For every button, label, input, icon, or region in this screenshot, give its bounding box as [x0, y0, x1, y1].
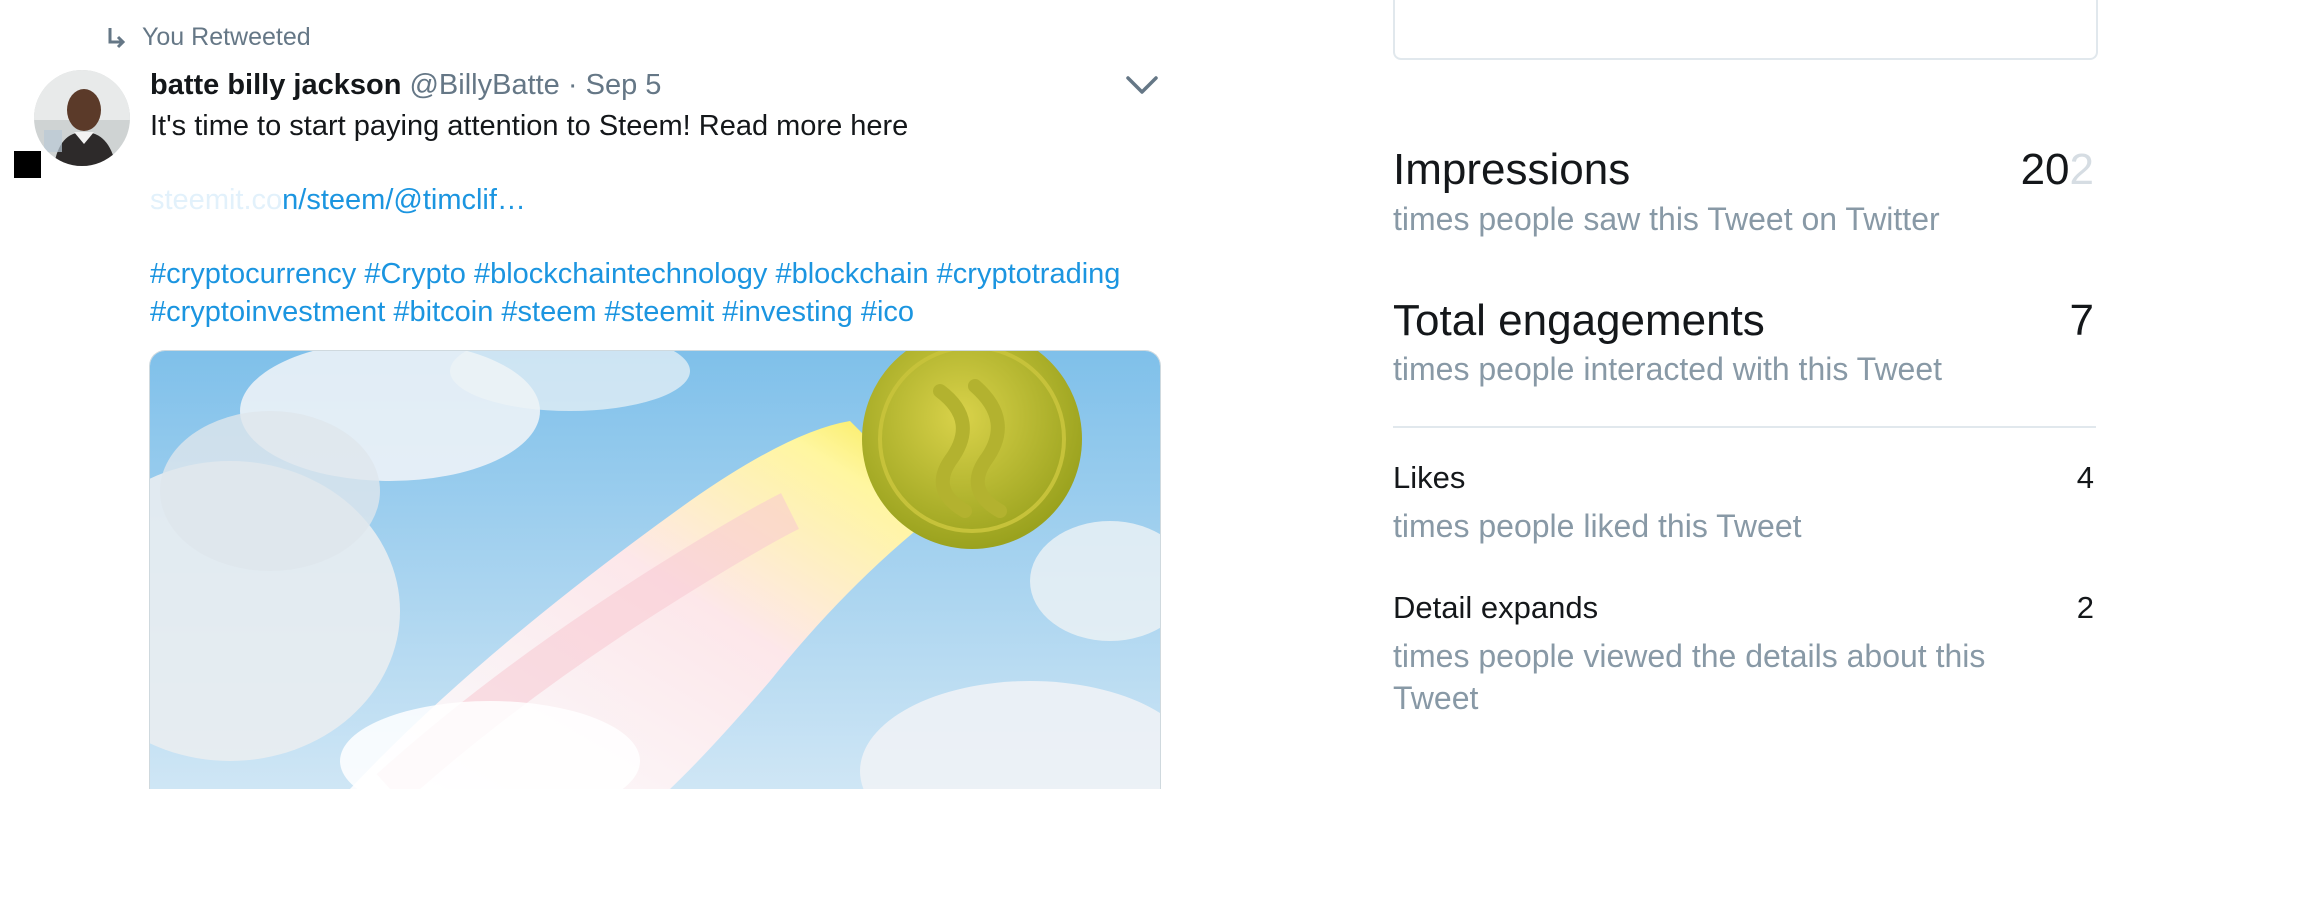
- detail-expands-desc-line-1: times people viewed the details about th…: [1393, 638, 1986, 674]
- tweet-media-image[interactable]: [149, 350, 1161, 789]
- impressions-label: Impressions: [1393, 145, 1631, 194]
- impressions-value: 202: [2021, 144, 2094, 196]
- chevron-down-icon[interactable]: [1124, 73, 1160, 97]
- likes-value: 4: [2076, 460, 2094, 495]
- hashtags-line-1[interactable]: #cryptocurrency #Crypto #blockchaintechn…: [150, 255, 1120, 293]
- tweet-link-visible: n/steem/@timclif…: [282, 184, 526, 216]
- avatar[interactable]: [34, 70, 130, 166]
- analytics-top-box: [1393, 0, 2098, 60]
- tweet-header: batte billy jackson @BillyBatte · Sep 5: [150, 66, 661, 104]
- tweet-date[interactable]: Sep 5: [586, 69, 662, 101]
- detail-expands-label: Detail expands: [1393, 590, 1599, 625]
- engagements-value: 7: [2069, 296, 2094, 345]
- author-name[interactable]: batte billy jackson: [150, 69, 401, 101]
- likes-desc: times people liked this Tweet: [1393, 508, 1802, 544]
- impressions-value-cut: 2: [2069, 145, 2094, 194]
- black-square-marker: [14, 151, 41, 178]
- impressions-desc: times people saw this Tweet on Twitter: [1393, 201, 1940, 237]
- likes-label: Likes: [1393, 460, 1466, 495]
- metrics-divider: [1393, 426, 2096, 428]
- author-handle[interactable]: @BillyBatte: [409, 69, 559, 101]
- engagements-desc: times people interacted with this Tweet: [1393, 351, 1943, 387]
- tweet-link[interactable]: steemit.con/steem/@timclif…: [150, 181, 526, 219]
- detail-expands-value: 2: [2076, 590, 2094, 625]
- header-separator: ·: [567, 69, 578, 101]
- engagements-label: Total engagements: [1393, 296, 1765, 345]
- impressions-value-main: 20: [2020, 145, 2070, 194]
- hashtags-line-2[interactable]: #cryptoinvestment #bitcoin #steem #steem…: [150, 293, 914, 331]
- tweet-text: It's time to start paying attention to S…: [150, 110, 909, 142]
- retweet-label: You Retweeted: [142, 23, 311, 51]
- retweet-icon: [108, 28, 126, 49]
- tweet-link-faded: steemit.co: [150, 184, 283, 216]
- retweet-context: You Retweeted: [106, 22, 311, 52]
- detail-expands-desc-line-2: Tweet: [1393, 680, 1479, 716]
